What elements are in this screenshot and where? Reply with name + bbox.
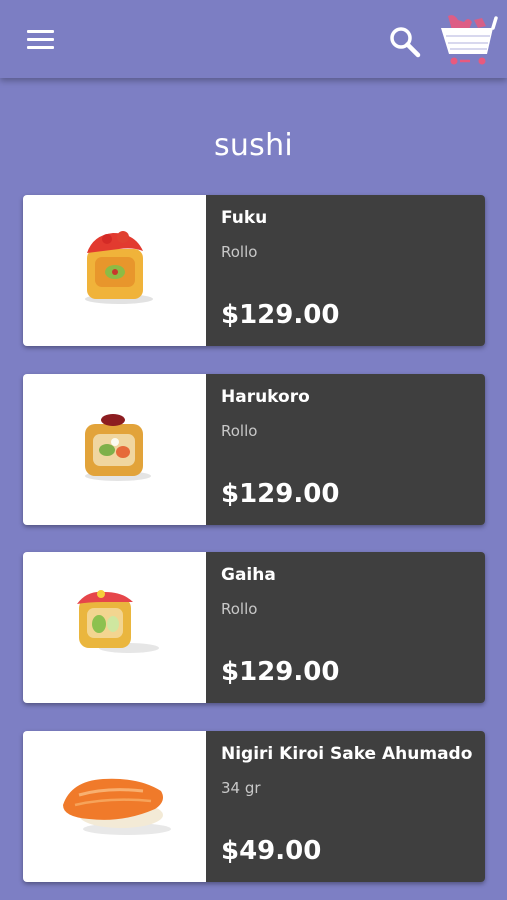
product-info: Fuku Rollo $129.00 — [206, 195, 485, 346]
app-bar — [0, 0, 507, 78]
product-info: Harukoro Rollo $129.00 — [206, 374, 485, 525]
product-name: Nigiri Kiroi Sake Ahumado — [221, 744, 473, 764]
product-card[interactable]: Harukoro Rollo $129.00 — [23, 374, 485, 525]
menu-icon-bar — [27, 30, 54, 33]
shopping-cart-icon — [441, 15, 498, 65]
search-button[interactable] — [387, 24, 423, 60]
product-name: Fuku — [221, 208, 268, 228]
page-title: sushi — [213, 128, 294, 163]
cart-button[interactable] — [438, 12, 498, 68]
product-price: $129.00 — [221, 479, 340, 509]
product-card[interactable]: Gaiha Rollo $129.00 — [23, 552, 485, 703]
product-name: Gaiha — [221, 565, 276, 585]
product-info: Gaiha Rollo $129.00 — [206, 552, 485, 703]
product-price: $129.00 — [221, 300, 340, 330]
product-subtitle: Rollo — [221, 243, 258, 261]
product-image — [23, 552, 206, 703]
product-image — [23, 374, 206, 525]
product-subtitle: 34 gr — [221, 779, 261, 797]
product-subtitle: Rollo — [221, 422, 258, 440]
menu-icon-bar — [27, 38, 54, 41]
search-icon — [390, 27, 421, 58]
product-card[interactable]: Fuku Rollo $129.00 — [23, 195, 485, 346]
product-image — [23, 195, 206, 346]
product-price: $129.00 — [221, 657, 340, 687]
product-price: $49.00 — [221, 836, 322, 866]
product-card[interactable]: Nigiri Kiroi Sake Ahumado 34 gr $49.00 — [23, 731, 485, 882]
product-info: Nigiri Kiroi Sake Ahumado 34 gr $49.00 — [206, 731, 485, 882]
menu-icon-bar — [27, 46, 54, 49]
product-image — [23, 731, 206, 882]
product-subtitle: Rollo — [221, 600, 258, 618]
product-name: Harukoro — [221, 387, 310, 407]
menu-button[interactable] — [27, 28, 54, 50]
